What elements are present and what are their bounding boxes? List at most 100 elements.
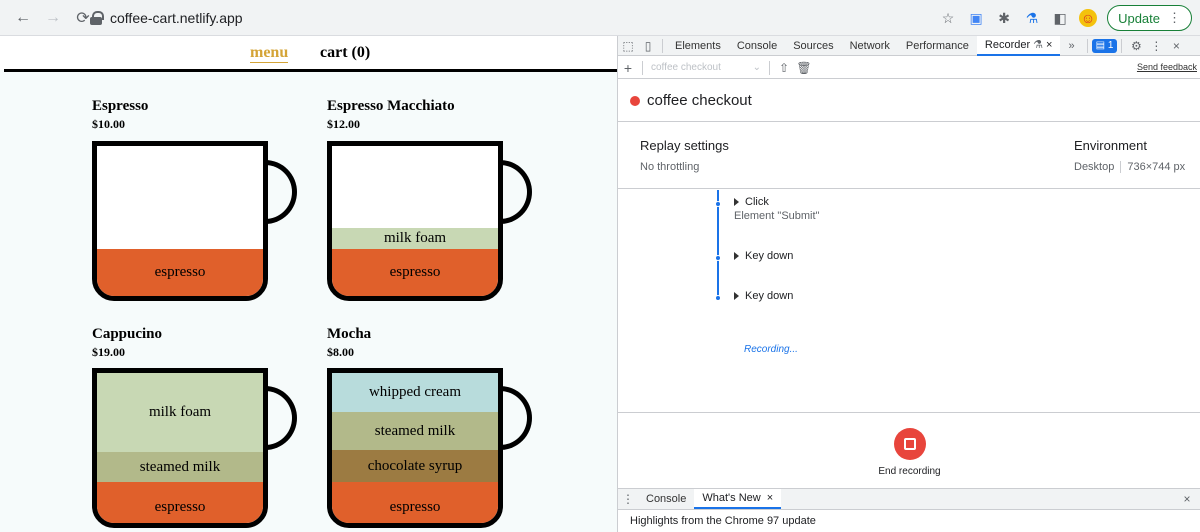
back-icon[interactable]: ←: [10, 5, 36, 31]
recording-dot-icon: [630, 95, 640, 106]
issues-badge[interactable]: ▤ 1: [1091, 38, 1118, 53]
recorder-toolbar: + coffee checkout ⌄ ⇧ 🗑 Send feedback: [618, 57, 1200, 79]
device-toolbar-icon[interactable]: ▯: [638, 36, 658, 56]
update-label: Update: [1118, 10, 1160, 26]
step-detail: Element "Submit": [734, 210, 820, 222]
divider: [662, 38, 663, 53]
step-click[interactable]: Click Element "Submit": [734, 196, 819, 222]
recording-select[interactable]: coffee checkout ⌄: [647, 60, 765, 76]
recording-steps: Click Element "Submit" Key down Key down…: [618, 190, 1200, 415]
add-recording-icon[interactable]: +: [618, 58, 638, 78]
header-divider: [4, 69, 617, 72]
devtools-tabbar: ⬚ ▯ Elements Console Sources Network Per…: [618, 35, 1200, 56]
coffee-cart-page: menu cart (0) Espresso $10.00 espresso E…: [0, 36, 617, 532]
item-name: Cappucino: [92, 326, 163, 342]
stop-icon: [903, 437, 916, 450]
settings-gear-icon[interactable]: ⚙: [1126, 36, 1146, 56]
step-keydown[interactable]: Key down: [734, 250, 793, 262]
drawer-content: Highlights from the Chrome 97 update: [630, 515, 816, 527]
star-icon[interactable]: ☆: [939, 9, 957, 27]
cup-handle: [498, 386, 532, 450]
cup-espresso-macchiato[interactable]: milk foam espresso: [327, 141, 503, 301]
address-bar[interactable]: coffee-cart.netlify.app: [90, 5, 590, 31]
layer-milk-foam: milk foam: [97, 373, 263, 452]
menu-item-espresso-macchiato: Espresso Macchiato $12.00: [327, 98, 455, 132]
tab-console[interactable]: Console: [729, 36, 785, 56]
item-name: Mocha: [327, 326, 372, 342]
item-price: $10.00: [92, 117, 125, 131]
more-tabs-button[interactable]: »: [1060, 36, 1082, 56]
layer-steamed-milk: steamed milk: [332, 412, 498, 450]
layer-espresso: espresso: [332, 249, 498, 296]
close-icon[interactable]: ×: [1046, 39, 1052, 51]
tab-sources[interactable]: Sources: [785, 36, 841, 56]
close-devtools-icon[interactable]: ×: [1166, 36, 1186, 56]
recording-select-value: coffee checkout: [651, 62, 721, 73]
menu-item-cappucino: Cappucino $19.00: [92, 326, 162, 360]
divider: [1121, 38, 1123, 53]
drawer-tab-console[interactable]: Console: [638, 489, 694, 509]
drawer-tabbar: ⋮ Console What's New × ×: [618, 488, 1200, 510]
item-name: Espresso: [92, 98, 149, 114]
close-icon[interactable]: ×: [767, 492, 773, 504]
nav-cart-link[interactable]: cart (0): [320, 44, 370, 62]
drawer-tab-whats-new[interactable]: What's New ×: [694, 489, 782, 509]
chevron-down-icon: ⌄: [752, 62, 761, 73]
lock-icon: [90, 11, 104, 25]
end-recording-label: End recording: [878, 465, 941, 477]
menu-item-mocha: Mocha $8.00: [327, 326, 371, 360]
layer-espresso: espresso: [97, 249, 263, 296]
layer-chocolate-syrup: chocolate syrup: [332, 450, 498, 482]
step-dot: [715, 255, 721, 261]
tab-elements[interactable]: Elements: [667, 36, 729, 56]
expand-caret-icon: [734, 292, 739, 300]
site-header: menu cart (0): [0, 36, 617, 70]
step-keydown[interactable]: Key down: [734, 290, 793, 302]
inspect-icon[interactable]: ⬚: [618, 36, 638, 56]
throttling-value[interactable]: No throttling: [640, 161, 699, 173]
update-button[interactable]: Update ⋮: [1107, 5, 1192, 31]
send-feedback-link[interactable]: Send feedback: [1137, 62, 1197, 72]
replay-settings-heading: Replay settings: [640, 138, 729, 153]
cup-mocha[interactable]: whipped cream steamed milk chocolate syr…: [327, 368, 503, 528]
layer-whipped-cream: whipped cream: [332, 373, 498, 412]
item-price: $19.00: [92, 345, 125, 359]
item-name: Espresso Macchiato: [327, 98, 455, 114]
puzzle-icon[interactable]: ✱: [995, 9, 1013, 27]
end-recording-button[interactable]: [893, 427, 926, 460]
browser-toolbar: ← → ⟳ coffee-cart.netlify.app ☆ ▣ ✱ ⚗ ◧ …: [0, 0, 1200, 36]
kebab-menu-icon[interactable]: ⋮: [1146, 36, 1166, 56]
cup-espresso[interactable]: espresso: [92, 141, 268, 301]
flask-icon: ⚗: [1033, 39, 1044, 51]
avatar[interactable]: ☺: [1079, 9, 1098, 27]
nav-menu-link[interactable]: menu: [250, 44, 289, 63]
cup-handle: [263, 160, 297, 224]
forward-icon[interactable]: →: [40, 5, 66, 31]
divider: [769, 60, 770, 75]
divider: [1120, 161, 1122, 173]
delete-icon[interactable]: 🗑: [794, 58, 814, 78]
recording-title: coffee checkout: [647, 92, 752, 109]
extensions-area: ☆ ▣ ✱ ⚗ ◧ ☺ Update ⋮: [939, 4, 1200, 32]
drawer-menu-icon[interactable]: ⋮: [618, 489, 638, 509]
translate-icon[interactable]: ▣: [967, 9, 985, 27]
replay-settings-section: Replay settings No throttling Environmen…: [618, 123, 1200, 189]
layer-espresso: espresso: [97, 482, 263, 523]
tab-recorder[interactable]: Recorder ⚗ ×: [976, 35, 1061, 56]
environment-heading: Environment: [1074, 138, 1147, 153]
tab-recorder-label: Recorder: [984, 38, 1031, 51]
tab-network[interactable]: Network: [842, 36, 898, 56]
layer-milk-foam: milk foam: [332, 228, 498, 249]
cup-handle: [498, 160, 532, 224]
cup-cappucino[interactable]: milk foam steamed milk espresso: [92, 368, 268, 528]
tab-performance[interactable]: Performance: [898, 36, 977, 56]
recording-header: coffee checkout: [618, 80, 1200, 122]
end-recording-area: End recording: [618, 412, 1200, 487]
close-drawer-icon[interactable]: ×: [1177, 489, 1197, 509]
sidepanel-icon[interactable]: ◧: [1051, 9, 1069, 27]
export-icon[interactable]: ⇧: [774, 58, 794, 78]
flask-icon[interactable]: ⚗: [1023, 9, 1041, 27]
layer-steamed-milk: steamed milk: [97, 452, 263, 482]
drawer-tab-label: What's New: [702, 492, 761, 504]
step-title: Key down: [745, 250, 794, 262]
